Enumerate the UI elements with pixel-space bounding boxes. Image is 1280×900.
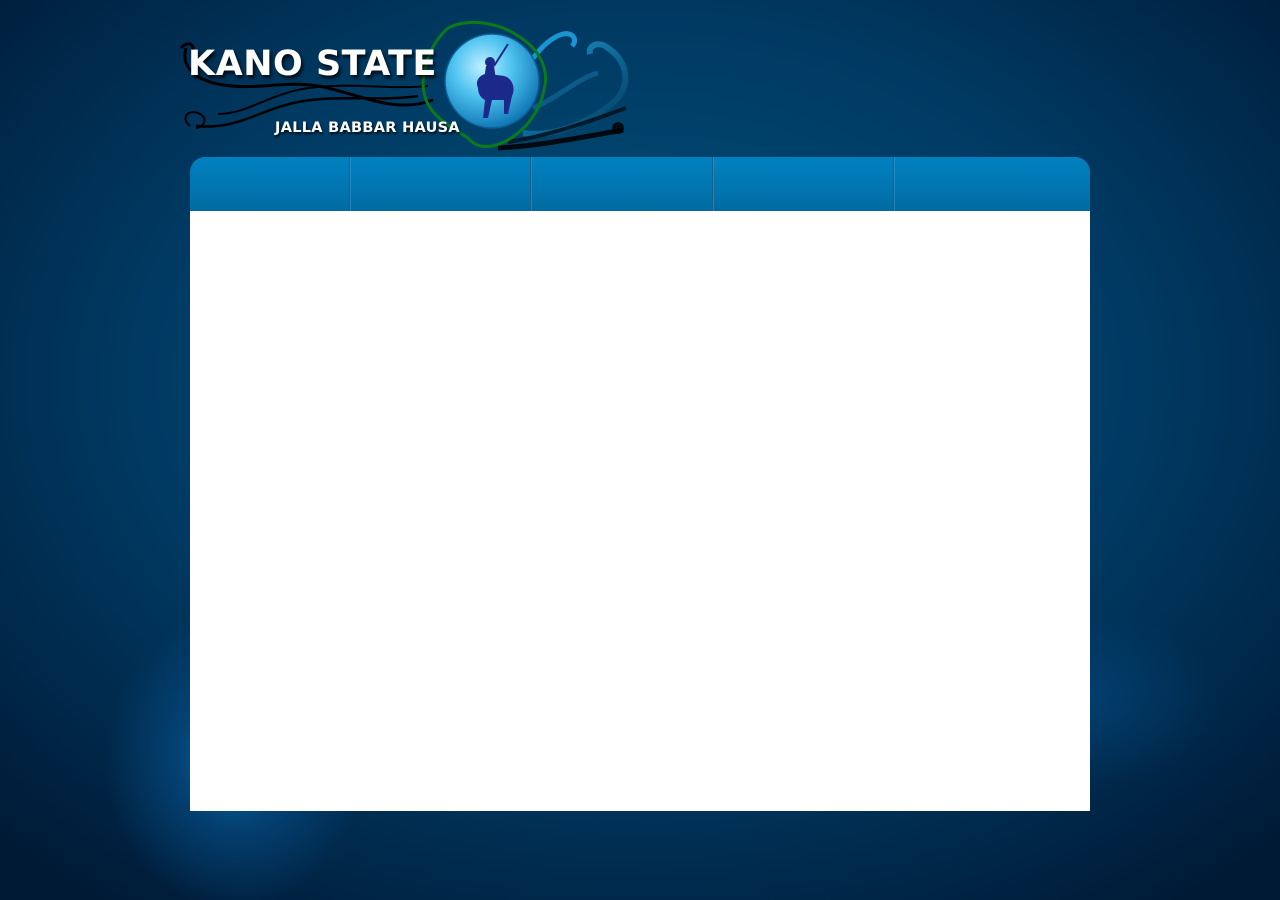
main-nav <box>190 157 1090 211</box>
site-tagline: JALLA BABBAR HAUSA <box>275 120 460 136</box>
site-header: KANO STATE JALLA BABBAR HAUSA <box>178 18 633 154</box>
nav-item-1[interactable] <box>190 157 349 211</box>
site-title: KANO STATE <box>188 44 437 84</box>
nav-item-3[interactable] <box>530 157 712 211</box>
main-content-area <box>190 211 1090 811</box>
nav-item-2[interactable] <box>349 157 530 211</box>
nav-item-5[interactable] <box>893 157 1090 211</box>
nav-item-4[interactable] <box>712 157 893 211</box>
